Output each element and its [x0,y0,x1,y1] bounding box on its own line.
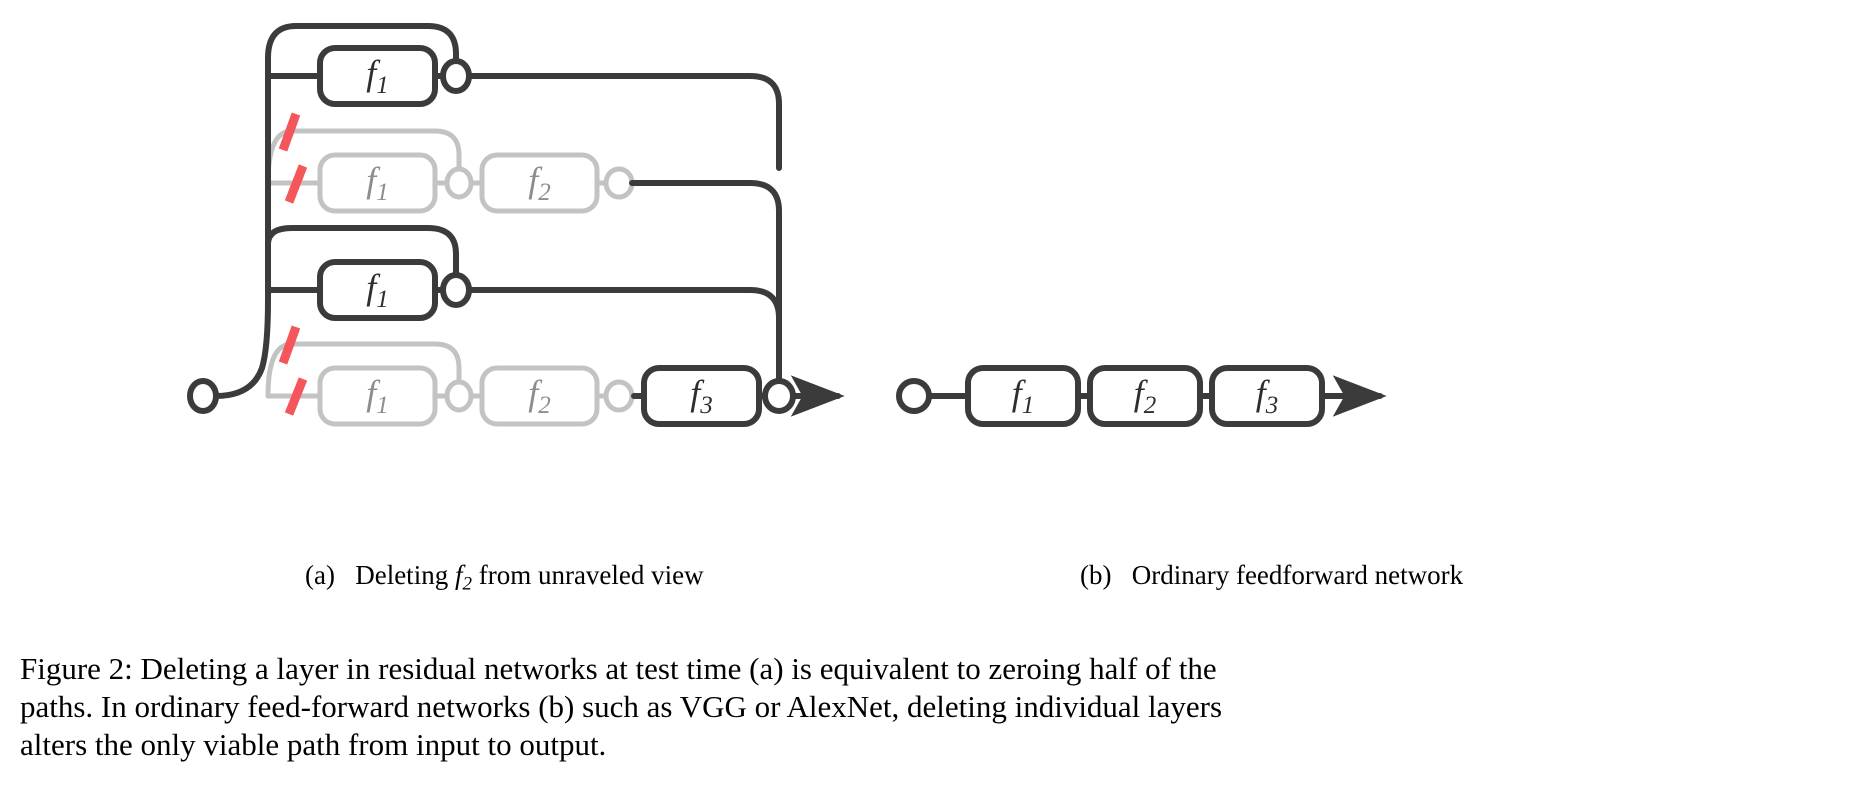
subcaption-a: (a) Deleting f2 from unraveled view [305,560,704,595]
subcaption-b-text: Ordinary feedforward network [1131,560,1464,590]
caption-line-3: alters the only viable path from input t… [20,726,607,762]
subcaption-a-tag: (a) [305,560,335,590]
path-a-row2-drop [629,180,782,385]
subcaption-a-text-before: Deleting [355,560,455,590]
node-a-output [762,378,796,414]
subcaption-a-text-after: from unraveled view [471,560,704,590]
node-b-input [896,378,932,414]
node-a-sum-r4-f2 [603,379,635,413]
figure-caption: Figure 2: Deleting a layer in residual n… [20,650,1842,763]
panel-b-blocks: f1 f2 f3 [965,365,1325,427]
subcaption-b-tag: (b) [1080,560,1112,590]
panel-b-feedforward: f1 f2 f3 [896,365,1387,427]
figure-2: f1 f2 f1 f2 f1 f1 f3 f1 f2 f3 (a) Deleti… [0,0,1860,802]
node-a-sum-r4-f1 [444,379,474,413]
node-a-sum-r3 [440,272,472,308]
caption-line-2: paths. In ordinary feed-forward networks… [20,688,1223,724]
delete-mark-row4-skip [278,325,301,365]
caption-line-1: Figure 2: Deleting a layer in residual n… [20,651,1217,686]
node-a-input [187,378,219,414]
node-a-sum-r1 [440,58,472,94]
panel-b-nodes [896,378,932,414]
panel-a-delete-marks [278,112,308,416]
node-a-sum-r2-f2 [603,166,635,200]
panel-a-unraveled-view: f1 f2 f1 f2 f1 f1 f3 [187,23,845,427]
subcaption-b: (b) Ordinary feedforward network [1080,560,1463,591]
subcaption-a-fn-sub: 2 [462,573,472,595]
delete-mark-row2-skip [278,112,301,152]
node-a-sum-r2-f1 [444,166,474,200]
figure-diagram: f1 f2 f1 f2 f1 f1 f3 f1 f2 f3 [187,23,1387,427]
